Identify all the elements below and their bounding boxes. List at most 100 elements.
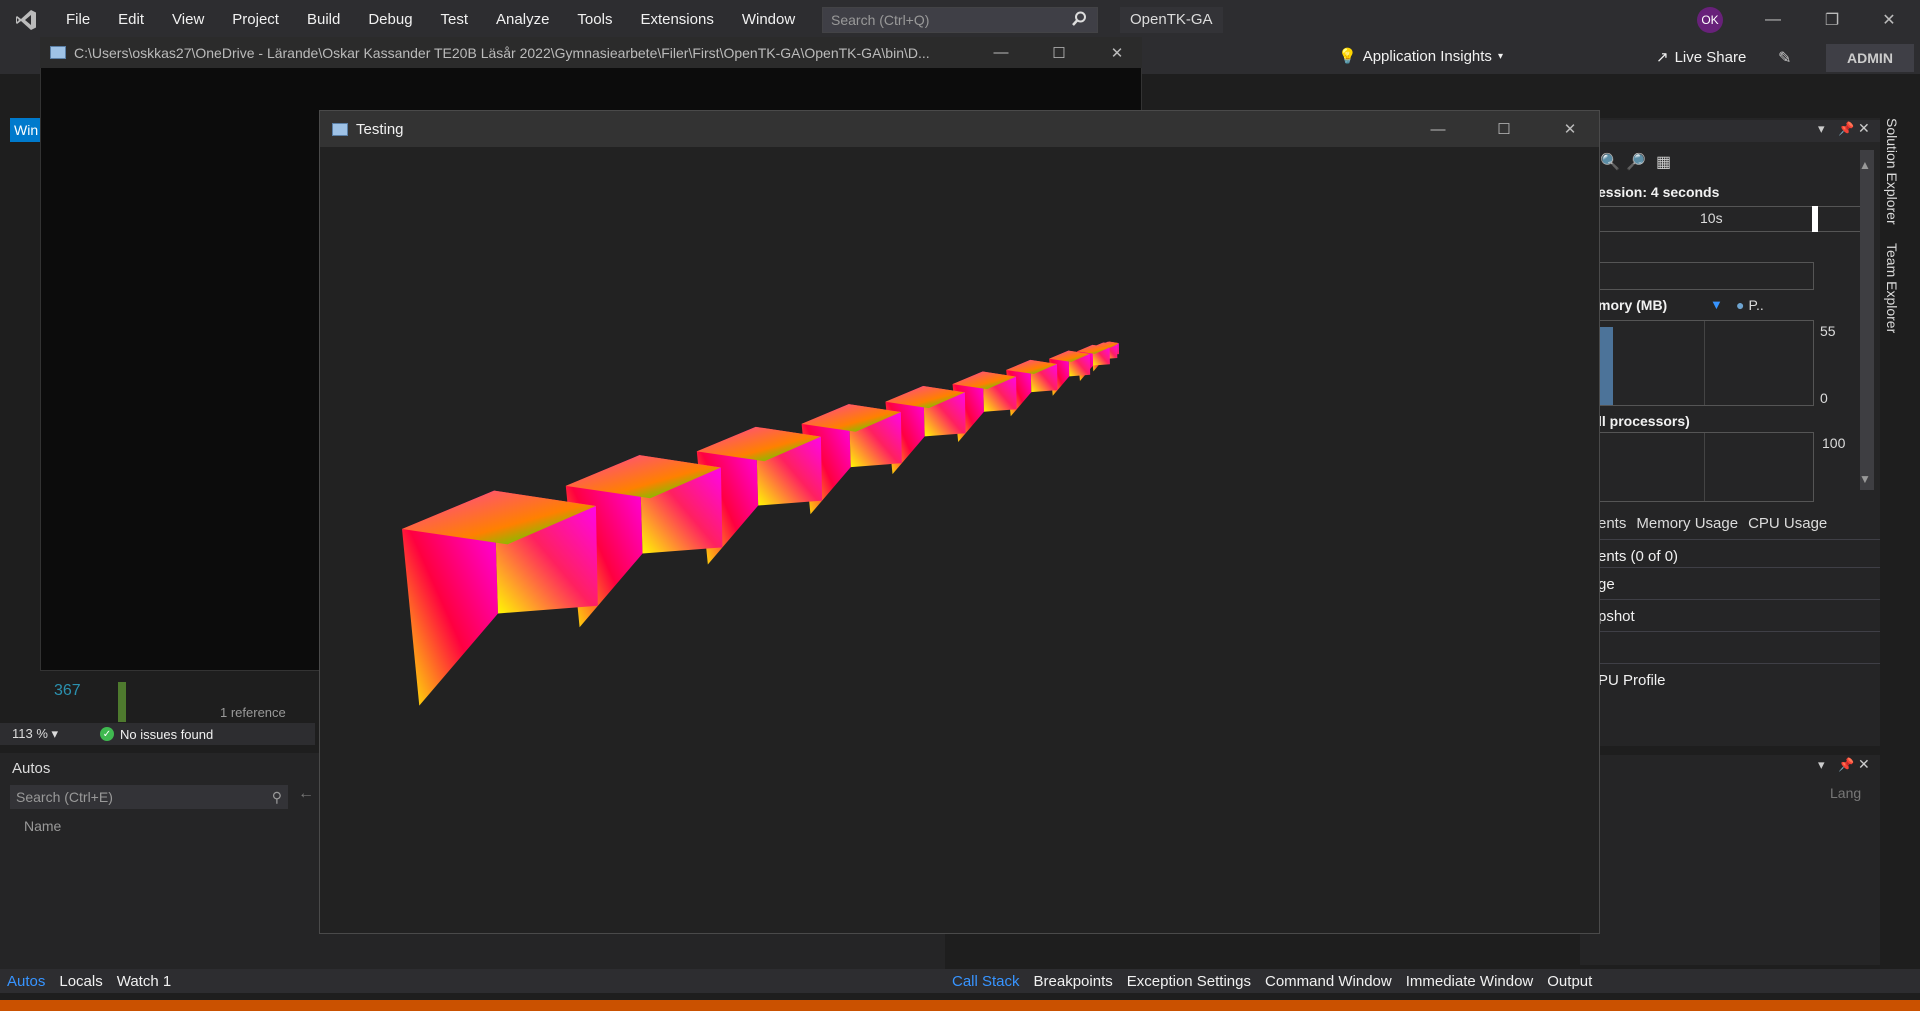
minimize-icon[interactable]: —: [976, 44, 1026, 61]
memory-bar: [1599, 327, 1613, 405]
pin-icon[interactable]: 📌: [1838, 121, 1854, 137]
bottom-tabs-right: Call Stack Breakpoints Exception Settings C…: [945, 969, 1920, 993]
timeline-ruler[interactable]: [1598, 206, 1860, 232]
diag-tab[interactable]: Memory Usage: [1636, 515, 1738, 532]
menu-project[interactable]: Project: [218, 0, 293, 40]
console-titlebar[interactable]: C:\Users\oskkas27\OneDrive - Lärande\Osk…: [40, 37, 1142, 68]
application-insights-button[interactable]: 💡 Application Insights ▾: [1338, 47, 1503, 66]
autos-search-input[interactable]: Search (Ctrl+E) ⚲: [10, 785, 288, 809]
timeline-cursor[interactable]: [1812, 206, 1818, 232]
feedback-icon[interactable]: ✎: [1778, 48, 1791, 68]
menu-edit[interactable]: Edit: [104, 0, 158, 40]
scrollbar[interactable]: [1860, 150, 1874, 490]
timeline-tick: 10s: [1700, 210, 1723, 226]
pin-icon[interactable]: 📌: [1838, 757, 1854, 773]
search-input[interactable]: Search (Ctrl+Q): [822, 7, 1098, 33]
close-icon[interactable]: ✕: [1092, 44, 1142, 62]
admin-badge[interactable]: ADMIN: [1826, 44, 1914, 72]
gridline: [1704, 321, 1705, 405]
tab-watch-1[interactable]: Watch 1: [110, 973, 178, 990]
testing-titlebar[interactable]: Testing — ☐ ✕: [320, 111, 1599, 147]
menu-items: File Edit View Project Build Debug Test Analyze…: [52, 0, 868, 40]
lightbulb-icon: 💡: [1338, 48, 1357, 65]
scroll-down-icon[interactable]: ▼: [1859, 472, 1871, 486]
tab-immediate-window[interactable]: Immediate Window: [1399, 973, 1541, 990]
change-bar: [118, 682, 126, 722]
back-arrow-icon[interactable]: ←: [298, 785, 314, 803]
share-icon: ↗: [1656, 49, 1669, 66]
tab-locals[interactable]: Locals: [52, 973, 109, 990]
cube-row: [402, 341, 1120, 706]
menu-file[interactable]: File: [52, 0, 104, 40]
side-tab-solution-explorer[interactable]: Solution Explorer: [1884, 118, 1900, 225]
chart-icon[interactable]: ▦: [1656, 152, 1671, 172]
diag-tab[interactable]: ents: [1598, 515, 1626, 532]
zoom-out-icon[interactable]: 🔎: [1626, 152, 1646, 172]
menu-extensions[interactable]: Extensions: [626, 0, 727, 40]
console-title: C:\Users\oskkas27\OneDrive - Lärande\Osk…: [74, 44, 930, 61]
search-placeholder: Search (Ctrl+Q): [831, 12, 930, 28]
diag-row[interactable]: pshot: [1580, 599, 1880, 631]
events-track: [1598, 262, 1814, 290]
menu-view[interactable]: View: [158, 0, 218, 40]
snapshot-marker-icon: ▼: [1710, 297, 1723, 312]
maximize-icon[interactable]: ☐: [1034, 44, 1084, 62]
opengl-render-canvas[interactable]: [320, 147, 1599, 933]
session-duration: ession: 4 seconds: [1598, 184, 1720, 200]
tab-output[interactable]: Output: [1540, 973, 1599, 990]
menu-analyze[interactable]: Analyze: [482, 0, 563, 40]
menu-test[interactable]: Test: [427, 0, 483, 40]
autos-name-column: Name: [24, 818, 62, 834]
menu-debug[interactable]: Debug: [354, 0, 426, 40]
menu-window[interactable]: Window: [728, 0, 809, 40]
cube-scene: [402, 341, 1120, 706]
avatar[interactable]: OK: [1697, 7, 1723, 33]
close-icon[interactable]: ✕: [1872, 8, 1906, 32]
diag-row[interactable]: PU Profile: [1580, 663, 1880, 695]
codelens-reference[interactable]: 1 reference: [220, 705, 286, 720]
editor-status-bar: 113 % ▾ ✓ No issues found: [0, 723, 315, 745]
diag-row[interactable]: ge: [1580, 567, 1880, 599]
memory-max: 55: [1820, 323, 1836, 339]
line-number: 367: [54, 682, 81, 699]
diag-row[interactable]: [1580, 631, 1880, 663]
tab-command-window[interactable]: Command Window: [1258, 973, 1399, 990]
tab-breakpoints[interactable]: Breakpoints: [1027, 973, 1120, 990]
close-icon[interactable]: ✕: [1541, 120, 1599, 138]
bottom-tabs-left: Autos Locals Watch 1: [0, 969, 945, 993]
maximize-icon[interactable]: ☐: [1475, 120, 1533, 138]
search-icon[interactable]: [1070, 10, 1088, 31]
diag-tab[interactable]: CPU Usage: [1748, 515, 1827, 532]
menu-tools[interactable]: Tools: [563, 0, 626, 40]
language-column: Lang: [1830, 785, 1862, 801]
autos-title: Autos: [12, 760, 51, 777]
cpu-max: 100: [1822, 435, 1846, 451]
side-tab-team-explorer[interactable]: Team Explorer: [1884, 243, 1900, 333]
panel-dropdown-icon[interactable]: ▾: [1818, 757, 1825, 773]
menu-build[interactable]: Build: [293, 0, 354, 40]
minimize-icon[interactable]: —: [1756, 8, 1790, 32]
search-icon[interactable]: ⚲: [272, 789, 282, 805]
diagnostic-tabs: ents Memory Usage CPU Usage: [1598, 515, 1827, 532]
issues-indicator[interactable]: ✓ No issues found: [100, 727, 213, 742]
zoom-level[interactable]: 113 % ▾: [0, 726, 100, 742]
minimize-icon[interactable]: —: [1409, 121, 1467, 138]
tab-call-stack[interactable]: Call Stack: [945, 973, 1027, 990]
restore-icon[interactable]: ❐: [1815, 8, 1849, 32]
scroll-up-icon[interactable]: ▲: [1859, 158, 1871, 172]
status-bar: [0, 1000, 1920, 1011]
visual-studio-logo-icon: [0, 0, 52, 40]
close-panel-icon[interactable]: ✕: [1858, 756, 1870, 773]
tab-exception-settings[interactable]: Exception Settings: [1120, 973, 1258, 990]
tab-autos[interactable]: Autos: [0, 973, 52, 990]
side-tabs: Solution Explorer Team Explorer: [1884, 118, 1904, 378]
close-panel-icon[interactable]: ✕: [1858, 120, 1870, 137]
zoom-in-icon[interactable]: 🔍: [1600, 152, 1620, 172]
memory-min: 0: [1820, 390, 1828, 406]
panel-dropdown-icon[interactable]: ▾: [1818, 121, 1825, 137]
live-share-button[interactable]: ↗ Live Share: [1656, 48, 1746, 67]
console-app-icon: [50, 46, 66, 59]
memory-legend: ● P..: [1736, 297, 1764, 313]
legend-label: P..: [1748, 297, 1764, 313]
cube: [402, 490, 598, 706]
